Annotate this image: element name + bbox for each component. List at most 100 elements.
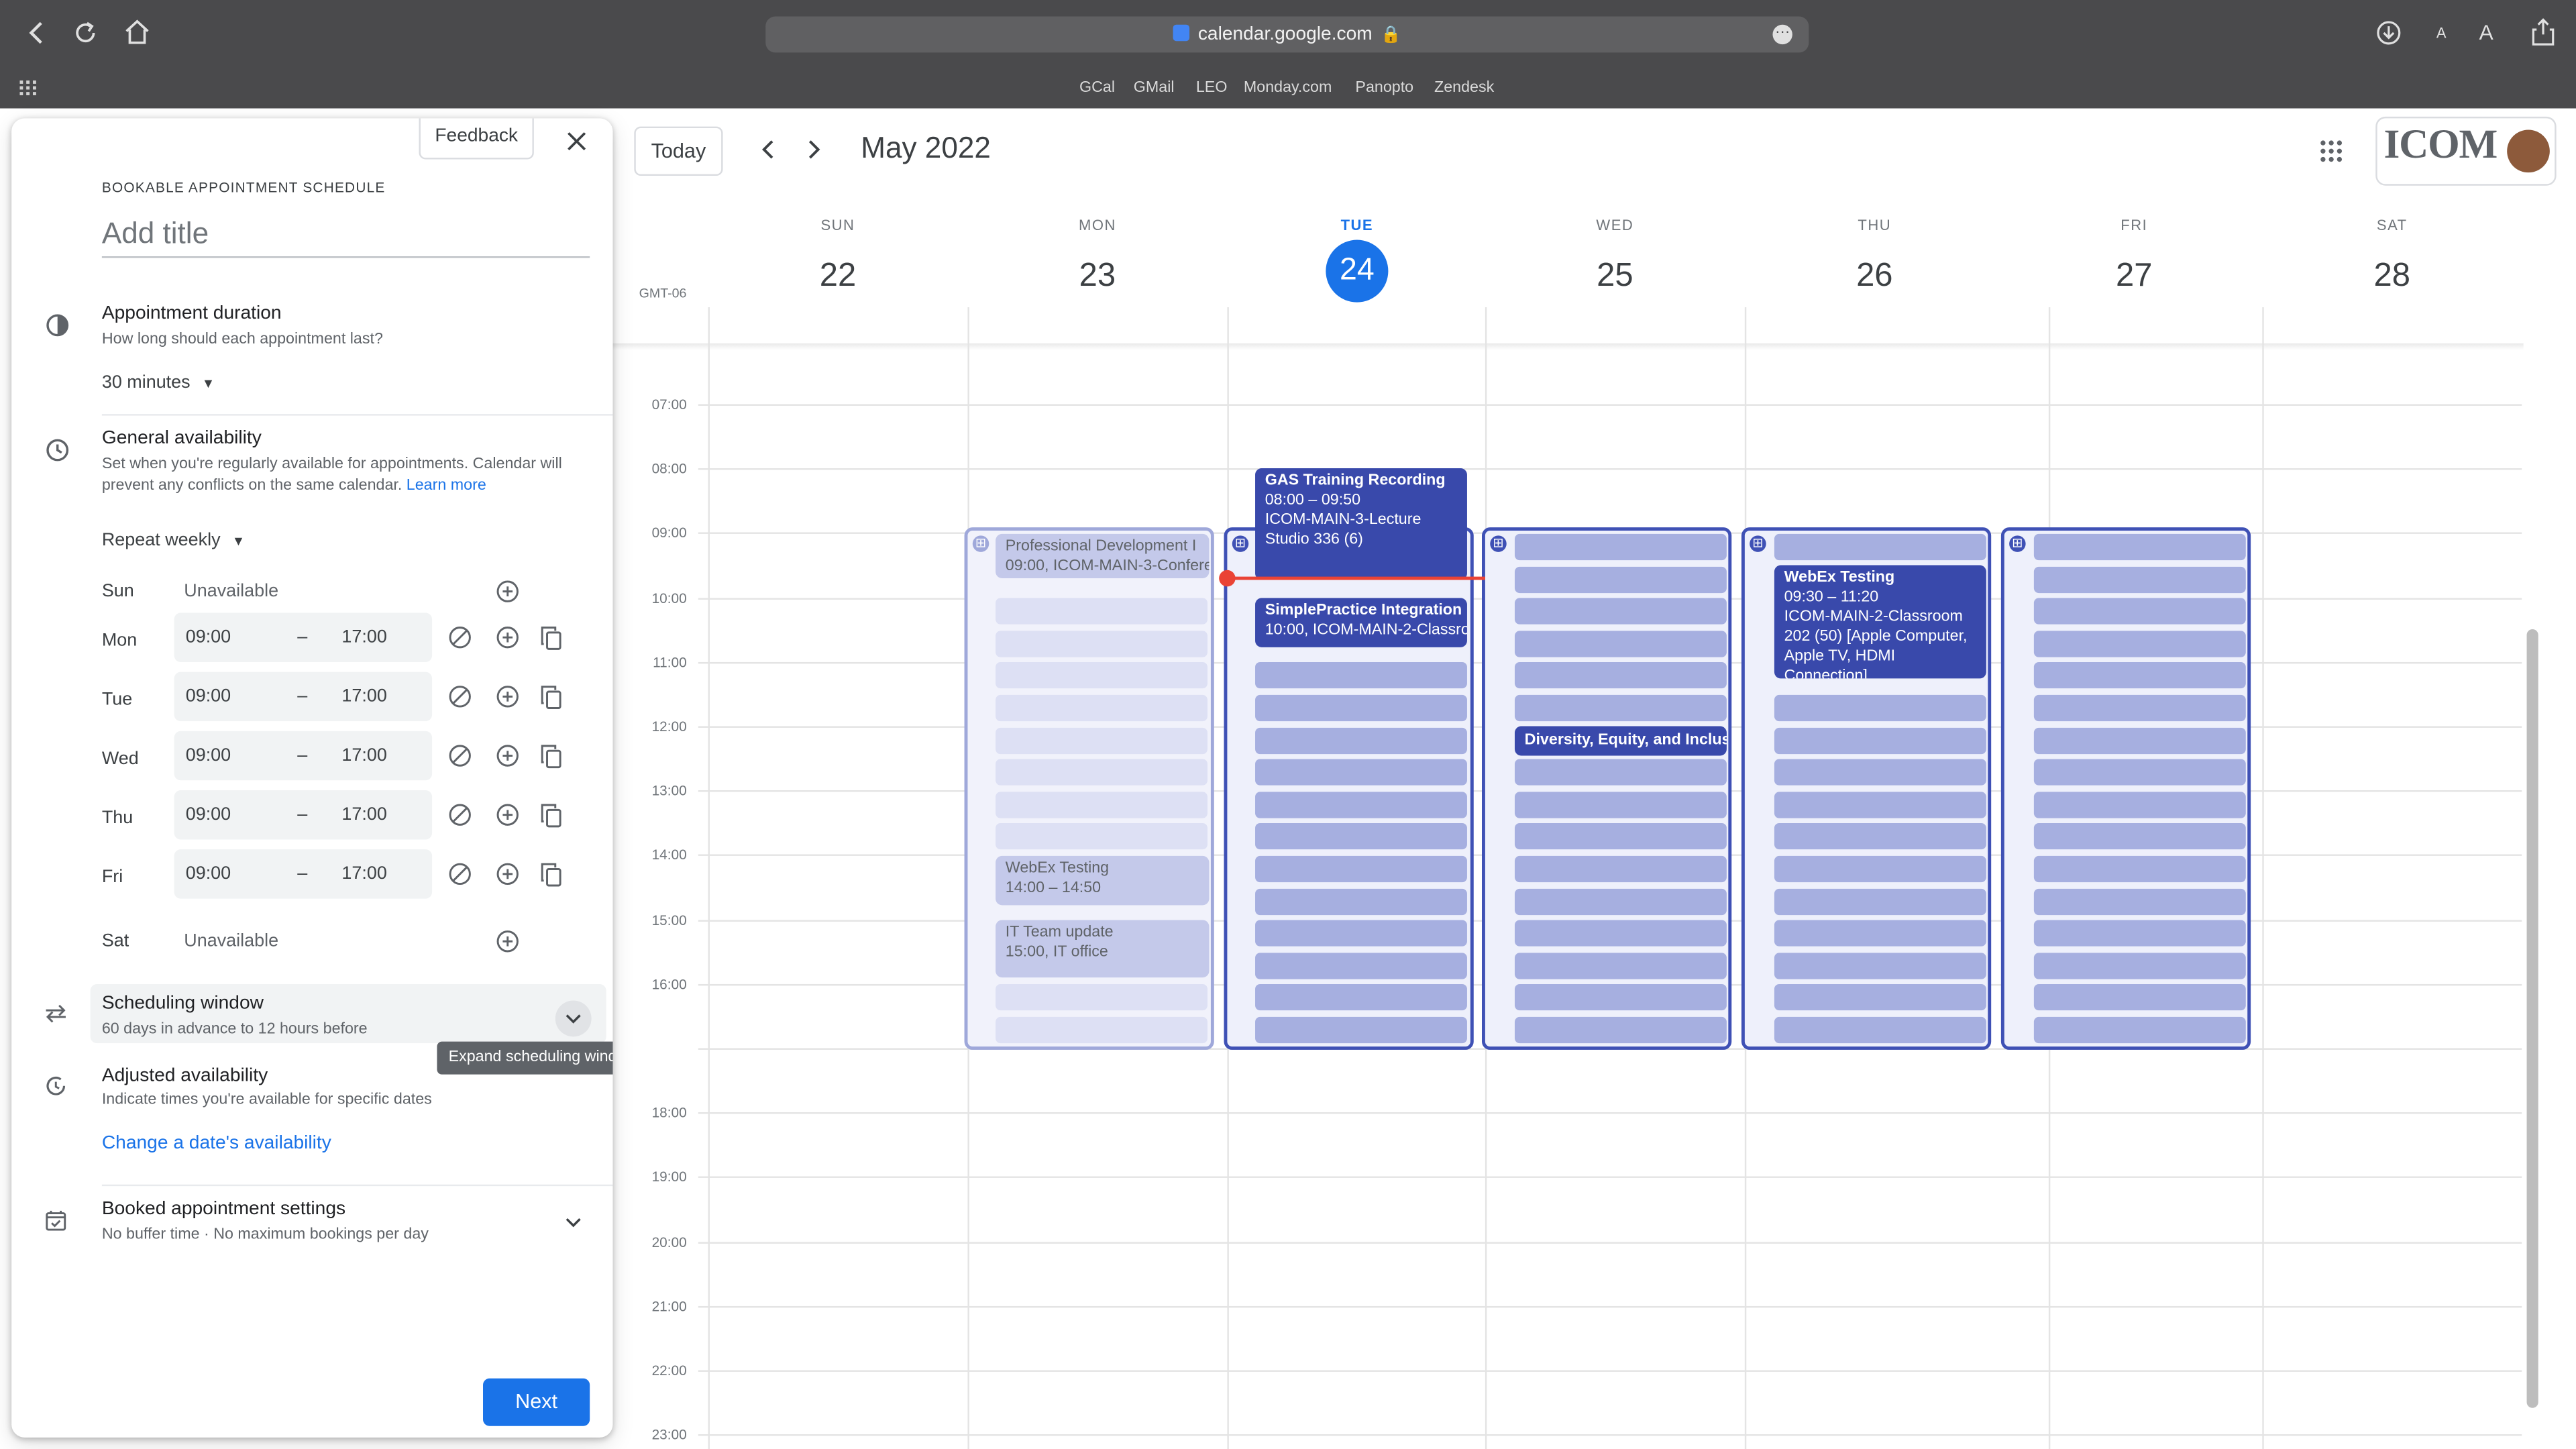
start-time[interactable]: 09:00 [186, 687, 231, 706]
appointment-slot[interactable] [996, 631, 1208, 657]
add-time-icon[interactable] [496, 804, 519, 826]
mark-unavailable-icon[interactable] [449, 685, 472, 708]
bookmark-gcal[interactable]: GCal [1079, 79, 1115, 99]
appointment-slot[interactable] [1774, 855, 1986, 883]
duration-dropdown[interactable]: 30 minutes ▼ [102, 373, 215, 392]
address-bar[interactable]: calendar.google.com 🔒 ··· [765, 16, 1809, 53]
end-time[interactable]: 17:00 [341, 628, 386, 647]
appointment-slot[interactable] [996, 792, 1208, 818]
day-header-wed[interactable]: WED 25 [1485, 217, 1745, 305]
end-time[interactable]: 17:00 [341, 864, 386, 883]
title-input[interactable]: Add title [101, 217, 590, 258]
home-icon[interactable] [123, 18, 152, 46]
appointment-slot[interactable] [1514, 792, 1727, 818]
appointment-slot[interactable] [2033, 792, 2246, 818]
appointment-slot[interactable] [2033, 1016, 2246, 1044]
appointment-slot[interactable] [2033, 694, 2246, 722]
appointment-slot[interactable] [1255, 888, 1467, 916]
appointment-slot[interactable] [1514, 598, 1727, 625]
appointment-slot[interactable] [1255, 1016, 1467, 1044]
repeat-dropdown[interactable]: Repeat weekly ▼ [102, 531, 245, 550]
add-time-icon[interactable] [496, 685, 519, 708]
appointment-slot[interactable] [1255, 983, 1467, 1011]
start-time[interactable]: 09:00 [186, 746, 231, 765]
appointment-slot[interactable] [2033, 631, 2246, 657]
event-professional-development[interactable]: Professional Development I 09:00, ICOM-M… [996, 533, 1210, 579]
appointment-slot[interactable] [1774, 920, 1986, 947]
appointment-slot[interactable] [996, 983, 1208, 1011]
time-range-thu[interactable]: 09:00 – 17:00 [174, 790, 433, 840]
appointment-slot[interactable] [1514, 566, 1727, 594]
appointment-slot[interactable] [2033, 598, 2246, 625]
appointment-slot[interactable] [1514, 855, 1727, 883]
today-button[interactable]: Today [634, 126, 723, 176]
day-header-sat[interactable]: SAT 28 [2262, 217, 2522, 305]
appointment-slot[interactable] [2033, 533, 2246, 561]
appointment-slot[interactable] [1514, 533, 1727, 561]
start-time[interactable]: 09:00 [186, 864, 231, 883]
scrollbar[interactable] [2526, 629, 2538, 1408]
back-icon[interactable] [25, 19, 48, 46]
appointment-slot[interactable] [2033, 661, 2246, 689]
appointment-slot[interactable] [1774, 953, 1986, 979]
appointment-slot[interactable] [1514, 822, 1727, 850]
appointment-slot[interactable] [996, 1016, 1208, 1044]
google-apps-icon[interactable] [2320, 140, 2343, 162]
end-time[interactable]: 17:00 [341, 805, 386, 824]
appointment-slot[interactable] [2033, 759, 2246, 786]
event-webex-testing-thu[interactable]: WebEx Testing 09:30 – 11:20 ICOM-MAIN-2-… [1774, 565, 1986, 679]
appointment-slot[interactable] [2033, 727, 2246, 755]
appointment-slot[interactable] [2033, 953, 2246, 979]
appointment-slot[interactable] [1514, 1016, 1727, 1044]
appointment-slot[interactable] [1514, 631, 1727, 657]
copy-icon[interactable] [541, 685, 562, 710]
next-week-icon[interactable] [804, 138, 823, 161]
copy-icon[interactable] [541, 804, 562, 828]
close-icon[interactable] [565, 129, 588, 152]
appointment-slot[interactable] [1774, 1016, 1986, 1044]
learn-more-link[interactable]: Learn more [407, 476, 486, 494]
copy-icon[interactable] [541, 863, 562, 888]
event-simplepractice[interactable]: SimplePractice Integration 10:00, ICOM-M… [1255, 598, 1467, 647]
mark-unavailable-icon[interactable] [449, 804, 472, 826]
time-range-mon[interactable]: 09:00 – 17:00 [174, 612, 433, 662]
account-chip[interactable]: ICOM [2375, 116, 2557, 186]
appointment-slot[interactable] [1774, 983, 1986, 1011]
appointment-slot[interactable] [1514, 920, 1727, 947]
previous-week-icon[interactable] [759, 138, 778, 161]
reload-icon[interactable] [72, 19, 99, 46]
appointment-slot[interactable] [996, 661, 1208, 689]
mark-unavailable-icon[interactable] [449, 744, 472, 767]
appointment-slot[interactable] [1774, 888, 1986, 916]
appointment-slot[interactable] [1774, 727, 1986, 755]
appointment-slot[interactable] [1774, 822, 1986, 850]
bookmark-panopto[interactable]: Panopto [1355, 79, 1413, 99]
mark-unavailable-icon[interactable] [449, 626, 472, 649]
time-range-fri[interactable]: 09:00 – 17:00 [174, 849, 433, 899]
add-time-icon[interactable] [496, 744, 519, 767]
feedback-button[interactable]: Feedback [419, 118, 534, 160]
bookmark-zendesk[interactable]: Zendesk [1434, 79, 1494, 99]
appointment-slot[interactable] [996, 822, 1208, 850]
appointment-slot[interactable] [1255, 822, 1467, 850]
share-icon[interactable] [2532, 18, 2555, 46]
appointment-slot[interactable] [2033, 822, 2246, 850]
time-range-wed[interactable]: 09:00 – 17:00 [174, 731, 433, 781]
appointment-slot[interactable] [1255, 759, 1467, 786]
appointment-slot[interactable] [2033, 855, 2246, 883]
appointment-slot[interactable] [2033, 983, 2246, 1011]
appointment-slot[interactable] [996, 727, 1208, 755]
end-time[interactable]: 17:00 [341, 746, 386, 765]
apps-grid-icon[interactable] [19, 80, 38, 96]
text-smaller-button[interactable]: A [2436, 25, 2447, 41]
more-icon[interactable]: ··· [1772, 24, 1792, 45]
next-button[interactable]: Next [483, 1378, 590, 1426]
appointment-slot[interactable] [996, 598, 1208, 625]
appointment-slot[interactable] [1514, 983, 1727, 1011]
appointment-slot[interactable] [1255, 792, 1467, 818]
downloads-icon[interactable] [2375, 19, 2402, 46]
bookmark-monday[interactable]: Monday.com [1244, 79, 1332, 99]
add-time-icon[interactable] [496, 863, 519, 885]
expand-window-button[interactable] [555, 1000, 592, 1037]
event-diversity-equity-inclusion[interactable]: Diversity, Equity, and Inclusion [1514, 726, 1727, 756]
